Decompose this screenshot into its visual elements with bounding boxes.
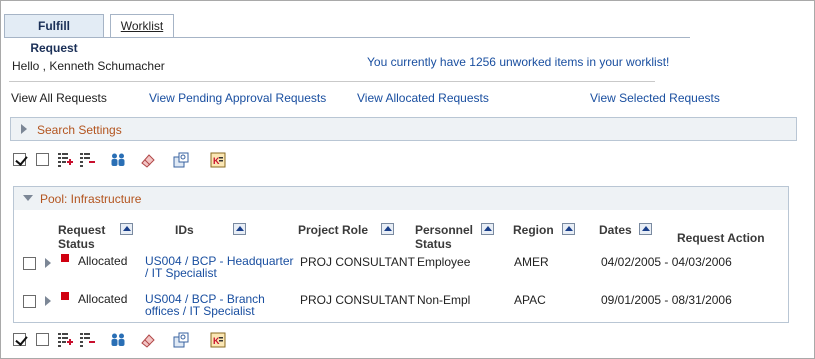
- table-row: Allocated US004 / BCP - Headquarter / IT…: [14, 252, 790, 292]
- col-region: Region: [513, 223, 554, 237]
- col-request-action: Request Action: [677, 231, 765, 245]
- svg-text:K: K: [213, 156, 220, 166]
- status-indicator-icon: [61, 292, 69, 300]
- sort-up-icon[interactable]: [233, 223, 246, 235]
- expand-arrow-icon: [21, 124, 27, 134]
- region: AMER: [514, 255, 549, 269]
- check-all-icon[interactable]: [13, 153, 26, 166]
- sort-up-icon[interactable]: [562, 223, 575, 235]
- view-selected-link[interactable]: View Selected Requests: [590, 91, 720, 105]
- personnel-status: Non-Empl: [417, 293, 471, 307]
- col-dates: Dates: [599, 223, 632, 237]
- col-request-status: Request Status: [58, 223, 106, 251]
- people-icon[interactable]: [110, 332, 126, 348]
- collapse-arrow-icon: [23, 195, 33, 201]
- col-personnel-status: Personnel Status: [415, 223, 474, 251]
- ids-link-line2[interactable]: offices / IT Specialist: [145, 305, 255, 317]
- view-pending-approval-link[interactable]: View Pending Approval Requests: [149, 91, 326, 105]
- row-expand-icon[interactable]: [45, 258, 51, 268]
- request-status: Allocated: [78, 254, 128, 268]
- find-icon[interactable]: [173, 152, 189, 168]
- table-row: Allocated US004 / BCP - Branch offices /…: [14, 290, 790, 330]
- uncheck-all-icon[interactable]: [36, 153, 49, 166]
- check-all-icon[interactable]: [13, 333, 26, 346]
- add-row-icon[interactable]: [57, 152, 73, 168]
- delete-row-icon[interactable]: [79, 152, 95, 168]
- pool-label: Pool: Infrastructure: [40, 192, 142, 206]
- pool-header[interactable]: Pool: Infrastructure: [13, 186, 789, 210]
- view-all-requests: View All Requests: [11, 91, 107, 105]
- eraser-icon[interactable]: [140, 332, 156, 348]
- dates: 09/01/2005 - 08/31/2006: [601, 293, 732, 307]
- project-role: PROJ CONSULTANT: [300, 293, 415, 307]
- tab-fulfill-request[interactable]: Fulfill Request: [4, 14, 104, 55]
- tab-worklist[interactable]: Worklist: [110, 14, 174, 38]
- add-row-icon[interactable]: [57, 332, 73, 348]
- project-role: PROJ CONSULTANT: [300, 255, 415, 269]
- eraser-icon[interactable]: [140, 152, 156, 168]
- tab-divider: [4, 37, 690, 38]
- row-select-checkbox[interactable]: [23, 295, 36, 308]
- report-icon[interactable]: K: [210, 152, 226, 168]
- search-settings-label: Search Settings: [37, 123, 122, 137]
- svg-text:K: K: [213, 336, 220, 346]
- request-grid: Request Status IDs Project Role Personne…: [13, 210, 789, 323]
- report-icon[interactable]: K: [210, 332, 226, 348]
- sort-up-icon[interactable]: [481, 223, 494, 235]
- fulfill-request-page: Fulfill Request Worklist Hello , Kenneth…: [0, 0, 815, 359]
- find-icon[interactable]: [173, 332, 189, 348]
- personnel-status: Employee: [417, 255, 471, 269]
- people-icon[interactable]: [110, 152, 126, 168]
- uncheck-all-icon[interactable]: [36, 333, 49, 346]
- status-indicator-icon: [61, 254, 69, 262]
- row-expand-icon[interactable]: [45, 296, 51, 306]
- worklist-message-link[interactable]: You currently have 1256 unworked items i…: [367, 55, 669, 69]
- request-status: Allocated: [78, 292, 128, 306]
- sort-up-icon[interactable]: [639, 223, 652, 235]
- region: APAC: [514, 293, 546, 307]
- sort-up-icon[interactable]: [120, 223, 133, 235]
- dates: 04/02/2005 - 04/03/2006: [601, 255, 732, 269]
- col-project-role: Project Role: [298, 223, 369, 237]
- row-select-checkbox[interactable]: [23, 257, 36, 270]
- col-ids: IDs: [175, 223, 194, 237]
- ids-link-line2[interactable]: / IT Specialist: [145, 267, 217, 279]
- tab-worklist-label: Worklist: [120, 19, 164, 33]
- sort-up-icon[interactable]: [381, 223, 394, 235]
- view-allocated-link[interactable]: View Allocated Requests: [357, 91, 489, 105]
- divider: [9, 81, 655, 82]
- greeting-text: Hello , Kenneth Schumacher: [12, 59, 165, 73]
- search-settings-bar[interactable]: Search Settings: [10, 117, 797, 141]
- delete-row-icon[interactable]: [79, 332, 95, 348]
